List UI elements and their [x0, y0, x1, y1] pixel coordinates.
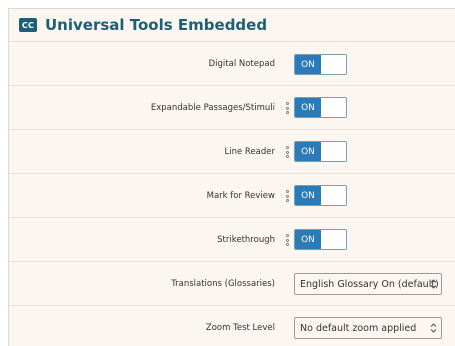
- toggle-off-half: [321, 55, 346, 74]
- tts-info-icon[interactable]: [285, 146, 290, 158]
- chevron-updown-icon: [430, 323, 437, 333]
- toggle-on-label: ON: [295, 55, 321, 74]
- setting-label: Line Reader: [224, 146, 276, 157]
- translations-select[interactable]: English Glossary On (default): [294, 273, 442, 295]
- toggle-on-label: ON: [295, 142, 321, 161]
- expandable-passages-toggle[interactable]: ON: [294, 97, 347, 118]
- toggle-off-half: [321, 142, 346, 161]
- setting-label: Translations (Glossaries): [171, 278, 275, 289]
- chevron-updown-icon: [430, 279, 437, 289]
- toggle-off-half: [321, 186, 346, 205]
- setting-label: Strikethrough: [217, 234, 275, 245]
- zoom-level-select[interactable]: No default zoom applied: [294, 317, 442, 339]
- strikethrough-toggle[interactable]: ON: [294, 229, 347, 250]
- tts-info-icon[interactable]: [285, 102, 290, 114]
- tts-info-icon[interactable]: [285, 190, 290, 202]
- setting-label: Expandable Passages/Stimuli: [150, 102, 275, 113]
- mark-for-review-toggle[interactable]: ON: [294, 185, 347, 206]
- select-value: No default zoom applied: [300, 322, 417, 334]
- select-value: English Glossary On (default): [300, 278, 439, 290]
- setting-row-digital-notepad: Digital Notepad ON: [9, 42, 455, 86]
- toggle-on-label: ON: [295, 186, 321, 205]
- cc-badge-icon: CC: [19, 18, 37, 32]
- toggle-off-half: [321, 98, 346, 117]
- setting-row-mark-for-review: Mark for Review ON: [9, 174, 455, 218]
- setting-label: Mark for Review: [206, 190, 275, 201]
- setting-label: Zoom Test Level: [205, 323, 275, 333]
- toggle-off-half: [321, 230, 346, 249]
- setting-label: Digital Notepad: [208, 58, 275, 69]
- setting-row-line-reader: Line Reader ON: [9, 130, 455, 174]
- toggle-on-label: ON: [295, 98, 321, 117]
- setting-row-zoom: Zoom Test Level No default zoom applied: [9, 306, 455, 346]
- digital-notepad-toggle[interactable]: ON: [294, 54, 347, 75]
- toggle-on-label: ON: [295, 230, 321, 249]
- setting-row-translations: Translations (Glossaries) English Glossa…: [9, 262, 455, 306]
- universal-tools-panel: CC Universal Tools Embedded Digital Note…: [8, 8, 455, 346]
- panel-header: CC Universal Tools Embedded: [9, 9, 455, 42]
- setting-row-expandable-passages: Expandable Passages/Stimuli ON: [9, 86, 455, 130]
- setting-row-strikethrough: Strikethrough ON: [9, 218, 455, 262]
- line-reader-toggle[interactable]: ON: [294, 141, 347, 162]
- panel-title: Universal Tools Embedded: [45, 16, 268, 34]
- tts-info-icon[interactable]: [285, 234, 290, 246]
